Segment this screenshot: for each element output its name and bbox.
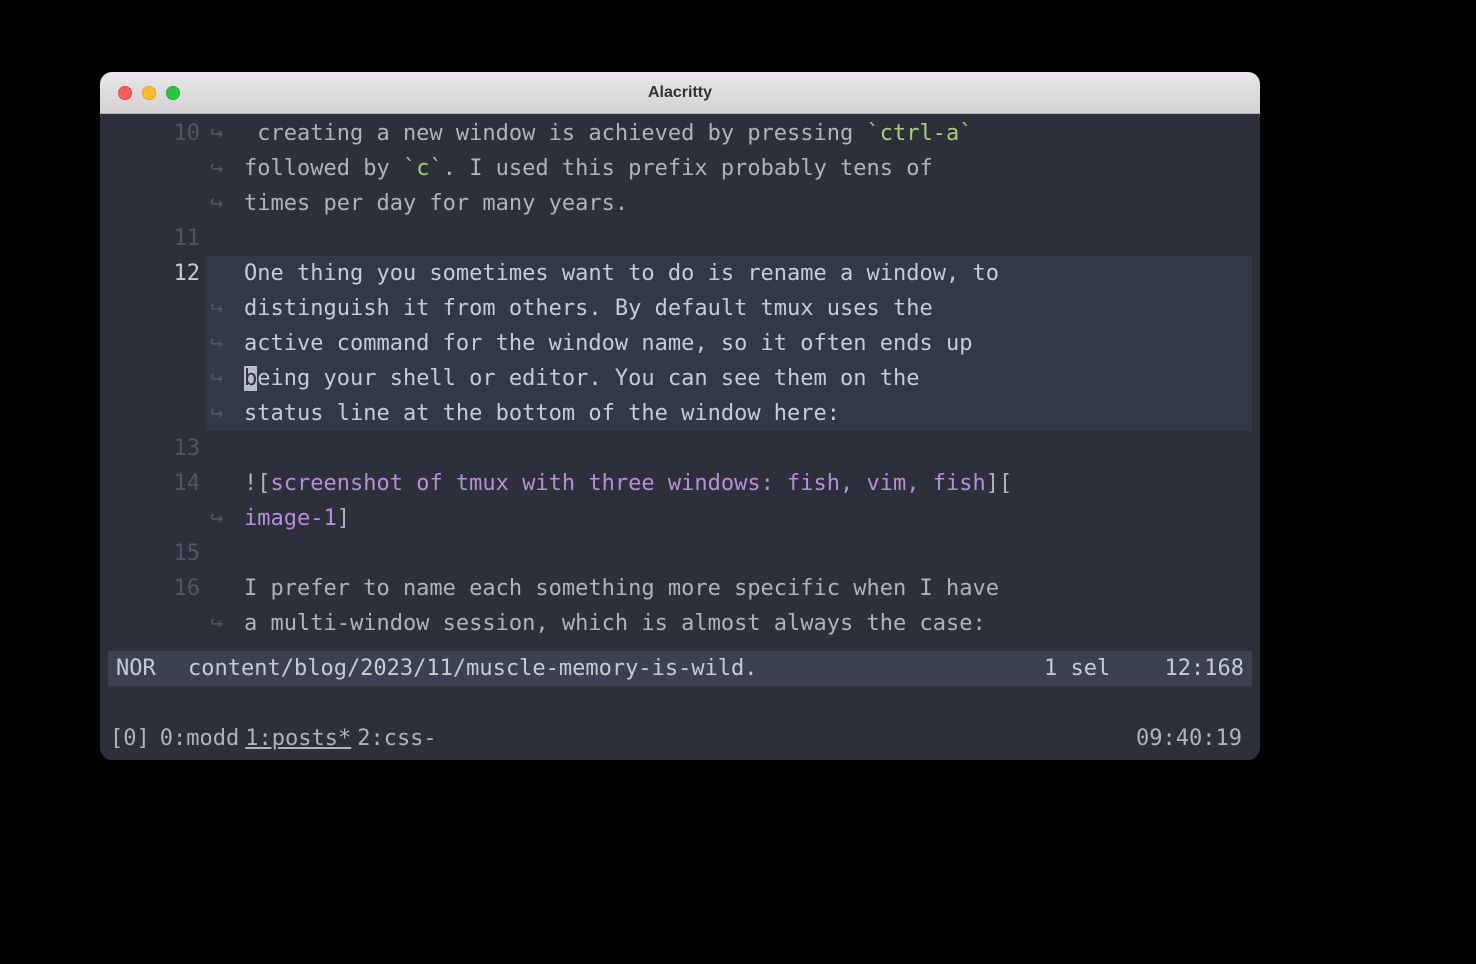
editor-line[interactable]: 11 xyxy=(108,221,1252,256)
line-number xyxy=(108,326,206,361)
line-text[interactable]: active command for the window name, so i… xyxy=(244,326,1252,361)
tmux-session: [0] xyxy=(110,721,160,756)
wrap-indicator-icon xyxy=(206,431,244,466)
tmux-window[interactable]: 2:css- xyxy=(357,721,442,756)
line-number xyxy=(108,606,206,641)
line-number xyxy=(108,151,206,186)
line-text[interactable]: ![screenshot of tmux with three windows:… xyxy=(244,466,1252,501)
line-text[interactable] xyxy=(244,536,1252,571)
editor-line[interactable]: 16 I prefer to name each something more s… xyxy=(108,571,1252,606)
editor-line[interactable]: ↪status line at the bottom of the window… xyxy=(108,396,1252,431)
editor-viewport[interactable]: 10↪ creating a new window is achieved by… xyxy=(108,116,1252,651)
tmux-clock: 09:40:19 xyxy=(1136,721,1250,756)
wrap-indicator-icon: ↪ xyxy=(206,396,244,431)
line-text[interactable] xyxy=(244,221,1252,256)
tmux-windows: 0:modd 1:posts* 2:css- xyxy=(160,721,443,756)
cursor: b xyxy=(244,366,257,391)
blank-line xyxy=(108,686,1252,721)
wrap-indicator-icon xyxy=(206,256,244,291)
wrap-indicator-icon: ↪ xyxy=(206,361,244,396)
wrap-indicator-icon: ↪ xyxy=(206,606,244,641)
status-position: 12:168 xyxy=(1144,651,1244,686)
line-number: 15 xyxy=(108,536,206,571)
line-text[interactable]: a multi-window session, which is almost … xyxy=(244,606,1252,641)
editor-line[interactable]: ↪a multi-window session, which is almost… xyxy=(108,606,1252,641)
line-number xyxy=(108,291,206,326)
line-text[interactable]: distinguish it from others. By default t… xyxy=(244,291,1252,326)
tmux-window[interactable]: 0:modd xyxy=(160,721,245,756)
line-text[interactable] xyxy=(244,431,1252,466)
editor-line[interactable]: ↪active command for the window name, so … xyxy=(108,326,1252,361)
line-number: 13 xyxy=(108,431,206,466)
editor-line[interactable]: ↪times per day for many years. xyxy=(108,186,1252,221)
editor-line[interactable]: ↪being your shell or editor. You can see… xyxy=(108,361,1252,396)
tmux-window[interactable]: 1:posts* xyxy=(245,721,357,756)
editor-line[interactable]: 13 xyxy=(108,431,1252,466)
line-number xyxy=(108,501,206,536)
line-text[interactable]: followed by `c`. I used this prefix prob… xyxy=(244,151,1252,186)
wrap-indicator-icon xyxy=(206,466,244,501)
wrap-indicator-icon: ↪ xyxy=(206,116,244,151)
wrap-indicator-icon xyxy=(206,571,244,606)
line-number xyxy=(108,186,206,221)
editor-line[interactable]: ↪image-1] xyxy=(108,501,1252,536)
wrap-indicator-icon: ↪ xyxy=(206,291,244,326)
editor-line[interactable]: ↪distinguish it from others. By default … xyxy=(108,291,1252,326)
wrap-indicator-icon xyxy=(206,221,244,256)
editor-statusline: NOR content/blog/2023/11/muscle-memory-i… xyxy=(108,651,1252,686)
line-number: 11 xyxy=(108,221,206,256)
line-number: 10 xyxy=(108,116,206,151)
wrap-indicator-icon: ↪ xyxy=(206,186,244,221)
line-text[interactable]: image-1] xyxy=(244,501,1252,536)
line-text[interactable]: status line at the bottom of the window … xyxy=(244,396,1252,431)
wrap-indicator-icon: ↪ xyxy=(206,326,244,361)
line-number: 12 xyxy=(108,256,206,291)
line-number xyxy=(108,396,206,431)
status-mode: NOR xyxy=(116,651,188,686)
editor-line[interactable]: 12 One thing you sometimes want to do is … xyxy=(108,256,1252,291)
editor-line[interactable]: 15 xyxy=(108,536,1252,571)
wrap-indicator-icon: ↪ xyxy=(206,501,244,536)
line-number xyxy=(108,361,206,396)
line-text[interactable]: times per day for many years. xyxy=(244,186,1252,221)
line-text[interactable]: creating a new window is achieved by pre… xyxy=(244,116,1252,151)
line-text[interactable]: being your shell or editor. You can see … xyxy=(244,361,1252,396)
line-text[interactable]: One thing you sometimes want to do is re… xyxy=(244,256,1252,291)
wrap-indicator-icon xyxy=(206,536,244,571)
line-text[interactable]: I prefer to name each something more spe… xyxy=(244,571,1252,606)
editor-line[interactable]: 14 ![screenshot of tmux with three window… xyxy=(108,466,1252,501)
status-selection: 1 sel xyxy=(1044,651,1144,686)
line-number: 16 xyxy=(108,571,206,606)
window-title: Alacritty xyxy=(100,84,1260,102)
wrap-indicator-icon: ↪ xyxy=(206,151,244,186)
editor-line[interactable]: ↪followed by `c`. I used this prefix pro… xyxy=(108,151,1252,186)
titlebar[interactable]: Alacritty xyxy=(100,72,1260,114)
status-file: content/blog/2023/11/muscle-memory-is-wi… xyxy=(188,651,1044,686)
line-number: 14 xyxy=(108,466,206,501)
tmux-statusbar: [0] 0:modd 1:posts* 2:css- 09:40:19 xyxy=(108,721,1252,760)
terminal-body[interactable]: 10↪ creating a new window is achieved by… xyxy=(100,114,1260,760)
editor-line[interactable]: 10↪ creating a new window is achieved by… xyxy=(108,116,1252,151)
terminal-window: Alacritty 10↪ creating a new window is a… xyxy=(100,72,1260,760)
